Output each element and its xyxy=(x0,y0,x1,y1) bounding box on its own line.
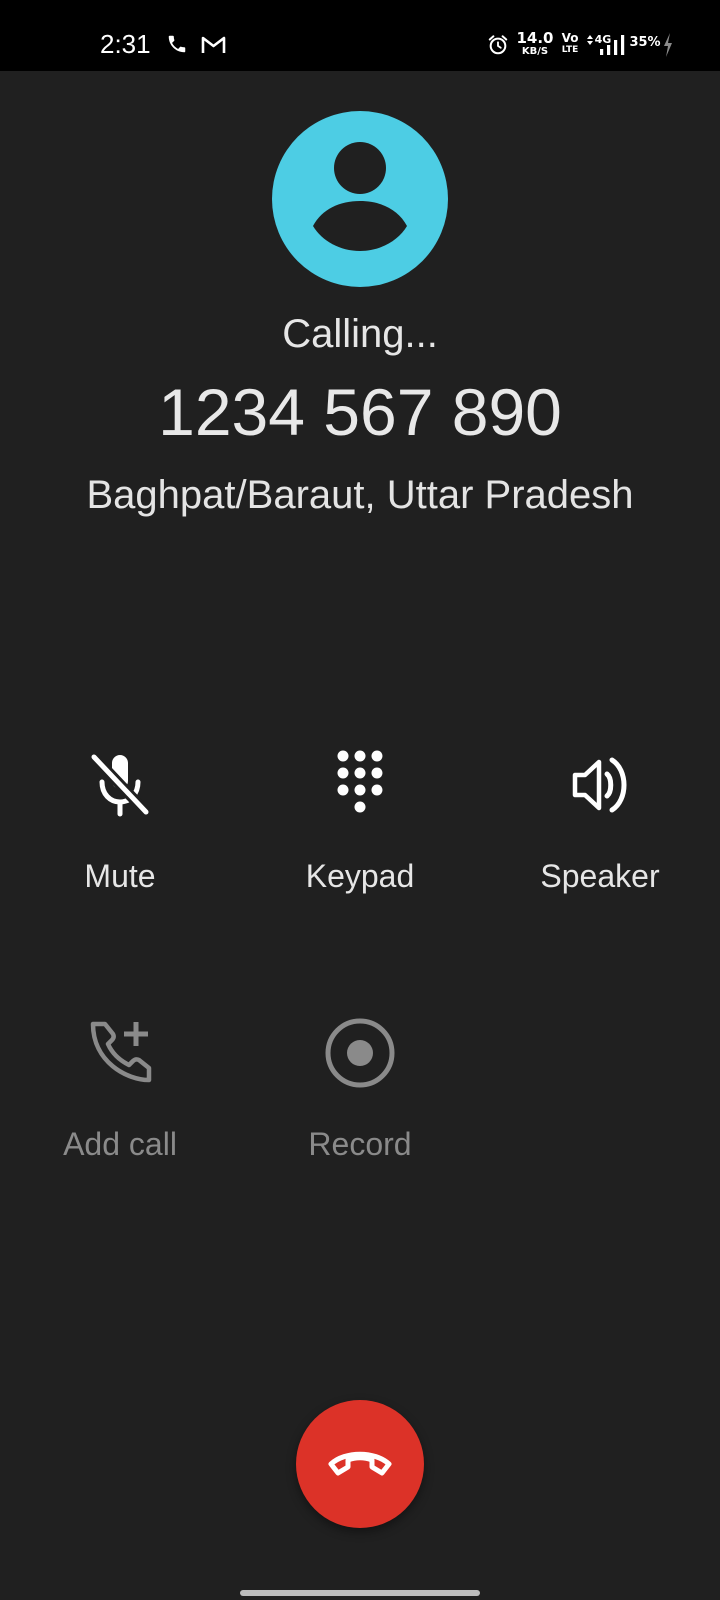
mic-off-icon xyxy=(90,753,150,817)
add-call-label: Add call xyxy=(63,1126,177,1162)
home-indicator[interactable] xyxy=(240,1590,480,1596)
volte-icon-bottom: LTE xyxy=(561,45,579,55)
battery-percent: 35% xyxy=(629,35,661,50)
record-label: Record xyxy=(308,1126,412,1162)
battery-charging-icon xyxy=(664,33,672,57)
volte-icon-top: Vo xyxy=(561,31,579,45)
mute-button[interactable]: Mute xyxy=(10,750,230,950)
add-call-button[interactable]: Add call xyxy=(10,1018,230,1218)
add-call-icon xyxy=(90,1021,152,1083)
contact-avatar xyxy=(272,111,448,287)
signal-4g-icon xyxy=(600,35,625,55)
dialpad-icon xyxy=(337,750,383,813)
phone-number: 1234 567 890 xyxy=(158,375,562,449)
network-speed-value: 14.0 xyxy=(516,29,554,47)
keypad-label: Keypad xyxy=(305,858,415,894)
status-bar: 2:31 14.0 KB/S Vo LTE 4G 35% xyxy=(0,0,720,71)
phone-icon xyxy=(168,35,186,53)
volume-icon xyxy=(572,757,627,813)
record-icon xyxy=(325,1018,395,1088)
gmail-icon xyxy=(201,36,226,53)
speaker-button[interactable]: Speaker xyxy=(490,750,710,950)
network-speed-unit: KB/S xyxy=(521,46,549,57)
call-status: Calling... xyxy=(282,312,438,356)
caller-location: Baghpat/Baraut, Uttar Pradesh xyxy=(86,473,634,517)
status-time: 2:31 xyxy=(100,29,151,59)
speaker-label: Speaker xyxy=(540,858,660,894)
mute-label: Mute xyxy=(84,858,156,894)
data-arrows-icon xyxy=(587,35,593,45)
avatar-background xyxy=(272,111,448,287)
keypad-button[interactable]: Keypad xyxy=(250,750,470,950)
call-end-icon xyxy=(328,1451,392,1476)
alarm-icon xyxy=(488,35,508,55)
record-button[interactable]: Record xyxy=(250,1018,470,1218)
end-call-button[interactable] xyxy=(296,1400,424,1528)
